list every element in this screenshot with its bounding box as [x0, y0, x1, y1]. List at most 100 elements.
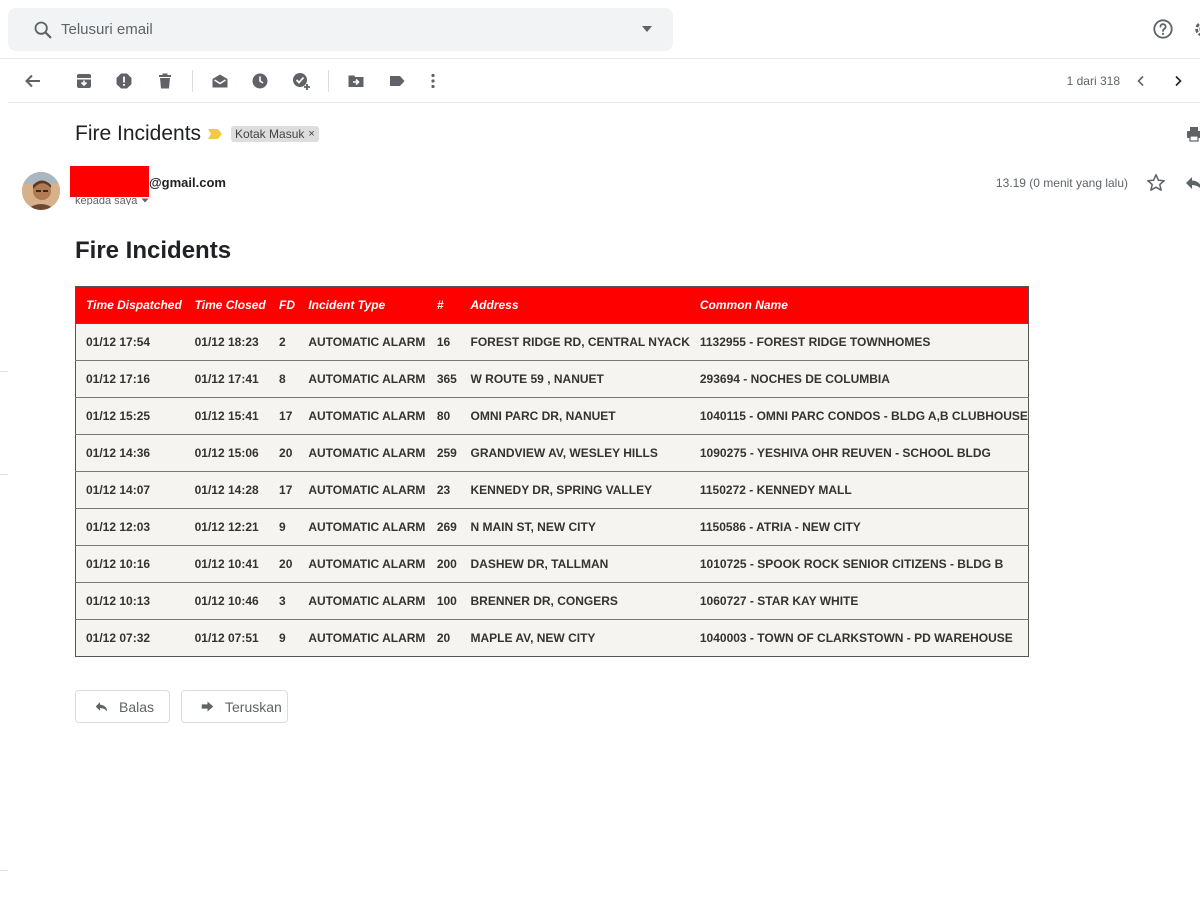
col-fd: FD: [269, 286, 299, 324]
redacted-sender-name: [70, 166, 149, 197]
col-number: #: [426, 286, 461, 324]
cell-time-dispatched: 01/12 17:16: [75, 360, 185, 398]
cell-incident-type: AUTOMATIC ALARM: [298, 397, 427, 435]
cell-common-name: 1060727 - STAR KAY WHITE: [689, 582, 1029, 620]
back-button[interactable]: [22, 70, 44, 92]
forward-button-label: Teruskan: [225, 698, 282, 715]
cell-time-dispatched: 01/12 14:36: [75, 434, 185, 472]
cell-fd: 2: [269, 323, 299, 361]
move-to-button[interactable]: [345, 70, 367, 92]
left-edge-tick: [0, 371, 8, 372]
col-common-name: Common Name: [689, 286, 1029, 324]
cell-time-closed: 01/12 18:23: [184, 323, 270, 361]
gear-icon[interactable]: [1192, 18, 1200, 40]
email-timestamp: 13.19 (0 menit yang lalu): [995, 176, 1128, 190]
cell-fd: 3: [269, 582, 299, 620]
delete-button[interactable]: [154, 70, 176, 92]
col-time-dispatched: Time Dispatched: [75, 286, 185, 324]
sender-email: @gmail.com: [149, 175, 226, 190]
table-body: 01/12 17:54 01/12 18:23 2 AUTOMATIC ALARM 16…: [75, 323, 1029, 657]
reply-button[interactable]: Balas: [75, 690, 170, 723]
cell-address: W ROUTE 59 , NANUET: [460, 360, 690, 398]
cell-common-name: 1132955 - FOREST RIDGE TOWNHOMES: [689, 323, 1029, 361]
arrow-drop-down-icon[interactable]: [641, 25, 653, 33]
next-message-button[interactable]: [1170, 72, 1186, 90]
cell-time-closed: 01/12 15:06: [184, 434, 270, 472]
archive-icon: [77, 74, 91, 88]
reply-icon[interactable]: [1184, 174, 1200, 192]
mark-unread-button[interactable]: [209, 70, 231, 92]
search-icon[interactable]: [32, 19, 54, 41]
chevron-right-icon: [1175, 75, 1182, 87]
cell-incident-type: AUTOMATIC ALARM: [298, 545, 427, 583]
table-row: 01/12 12:03 01/12 12:21 9 AUTOMATIC ALARM 26…: [75, 508, 1029, 546]
archive-button[interactable]: [73, 70, 95, 92]
cell-incident-type: AUTOMATIC ALARM: [298, 360, 427, 398]
more-options-button[interactable]: [422, 70, 444, 92]
inbox-label-chip: Kotak Masuk ×: [231, 126, 319, 142]
cell-fd: 8: [269, 360, 299, 398]
cell-incident-type: AUTOMATIC ALARM: [298, 582, 427, 620]
cell-common-name: 1040003 - TOWN OF CLARKSTOWN - PD WAREHO…: [689, 619, 1029, 657]
left-edge-tick: [0, 870, 8, 871]
cell-incident-type: AUTOMATIC ALARM: [298, 508, 427, 546]
avatar-photo: [22, 172, 60, 210]
snooze-button[interactable]: [249, 70, 271, 92]
pager-count: 1 dari 318: [1066, 74, 1120, 88]
add-task-icon: [293, 73, 310, 90]
cell-address: N MAIN ST, NEW CITY: [460, 508, 690, 546]
importance-marker-icon[interactable]: [207, 128, 223, 140]
reply-icon: [95, 702, 108, 712]
star-icon[interactable]: [1146, 173, 1166, 193]
cell-time-closed: 01/12 10:41: [184, 545, 270, 583]
cell-address: DASHEW DR, TALLMAN: [460, 545, 690, 583]
cell-fd: 17: [269, 397, 299, 435]
label-icon: [390, 76, 405, 86]
cell-time-closed: 01/12 07:51: [184, 619, 270, 657]
cell-number: 80: [426, 397, 461, 435]
table-row: 01/12 15:25 01/12 15:41 17 AUTOMATIC ALARM 8…: [75, 397, 1029, 435]
cell-common-name: 1150272 - KENNEDY MALL: [689, 471, 1029, 509]
move-to-icon: [348, 75, 364, 87]
search-bar[interactable]: [8, 8, 673, 51]
cell-time-closed: 01/12 14:28: [184, 471, 270, 509]
recipient-details[interactable]: kepada saya: [75, 196, 149, 205]
cell-number: 100: [426, 582, 461, 620]
cell-number: 23: [426, 471, 461, 509]
cell-time-dispatched: 01/12 10:13: [75, 582, 185, 620]
search-input[interactable]: [61, 8, 621, 51]
clock-icon: [252, 73, 268, 89]
more-vert-icon: [431, 73, 435, 89]
table-row: 01/12 14:07 01/12 14:28 17 AUTOMATIC ALARM 2…: [75, 471, 1029, 509]
cell-address: OMNI PARC DR, NANUET: [460, 397, 690, 435]
cell-number: 16: [426, 323, 461, 361]
label-button[interactable]: [386, 70, 408, 92]
cell-number: 20: [426, 619, 461, 657]
cell-address: MAPLE AV, NEW CITY: [460, 619, 690, 657]
forward-button[interactable]: Teruskan: [181, 690, 288, 723]
help-icon[interactable]: [1152, 18, 1174, 40]
remove-label-icon[interactable]: ×: [308, 126, 314, 142]
col-address: Address: [460, 286, 690, 324]
cell-time-closed: 01/12 10:46: [184, 582, 270, 620]
cell-address: KENNEDY DR, SPRING VALLEY: [460, 471, 690, 509]
cell-incident-type: AUTOMATIC ALARM: [298, 471, 427, 509]
sender-avatar[interactable]: [22, 172, 60, 210]
cell-address: BRENNER DR, CONGERS: [460, 582, 690, 620]
report-spam-button[interactable]: [113, 70, 135, 92]
cell-common-name: 1040115 - OMNI PARC CONDOS - BLDG A,B CL…: [689, 397, 1029, 435]
cell-address: GRANDVIEW AV, WESLEY HILLS: [460, 434, 690, 472]
add-task-button[interactable]: [290, 70, 312, 92]
table-row: 01/12 10:13 01/12 10:46 3 AUTOMATIC ALARM 10…: [75, 582, 1029, 620]
cell-time-dispatched: 01/12 10:16: [75, 545, 185, 583]
cell-incident-type: AUTOMATIC ALARM: [298, 323, 427, 361]
cell-time-dispatched: 01/12 12:03: [75, 508, 185, 546]
print-icon[interactable]: [1186, 126, 1200, 142]
cell-time-closed: 01/12 15:41: [184, 397, 270, 435]
mark-unread-icon: [212, 74, 228, 88]
cell-time-closed: 01/12 17:41: [184, 360, 270, 398]
table-row: 01/12 07:32 01/12 07:51 9 AUTOMATIC ALARM 20…: [75, 619, 1029, 657]
prev-message-button[interactable]: [1133, 72, 1149, 90]
label-chip-text: Kotak Masuk: [235, 127, 305, 141]
forward-icon: [201, 701, 214, 712]
